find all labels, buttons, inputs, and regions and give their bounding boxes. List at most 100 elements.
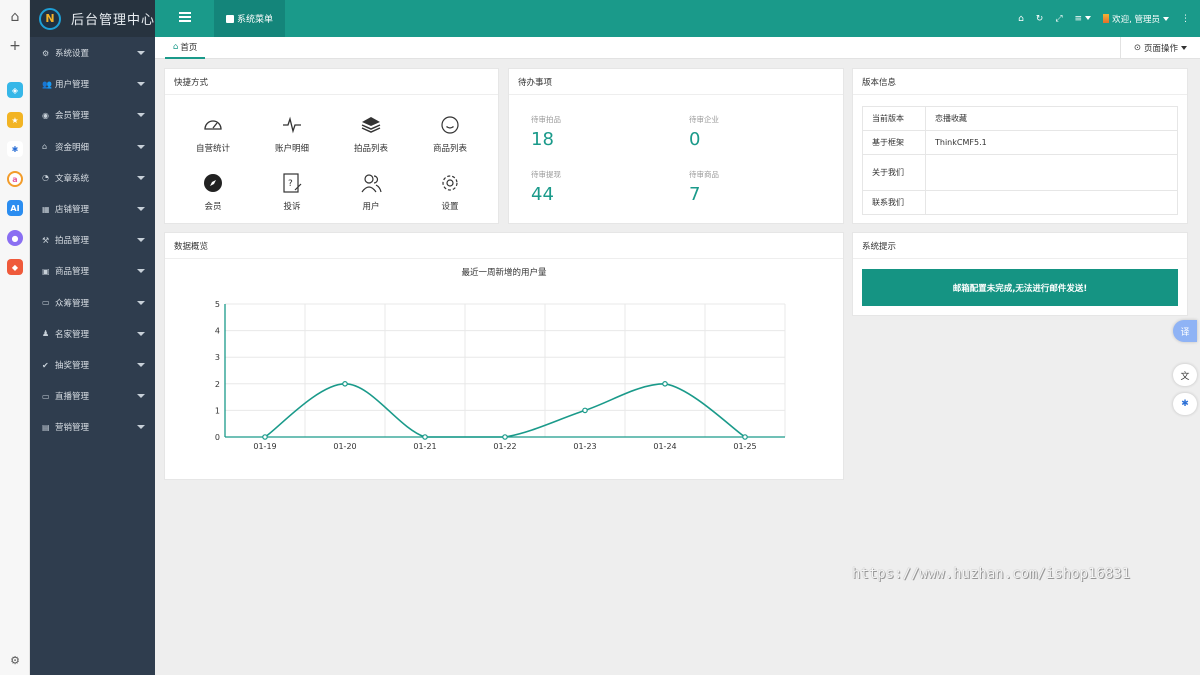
target-icon: ⊙	[1133, 43, 1142, 53]
line-chart: 0 1 2 3 4 5 01-19 01-20 01-21 01-22 01-23 01-24 01-2…	[215, 300, 786, 451]
todo-panel: 待办事项 待审拍品 18 待审企业 0 待审提现 44 待审商品 7	[508, 68, 844, 224]
version-value: 恋播收藏	[925, 106, 1178, 131]
sidebar-item-label: 名家管理	[55, 329, 90, 340]
version-row: 联系我们	[862, 190, 1178, 215]
sidebar-item[interactable]: ▣ 商品管理	[30, 261, 155, 281]
sidebar-item-label: 资金明细	[55, 142, 90, 153]
sidebar-item[interactable]: ▦ 店铺管理	[30, 199, 155, 219]
todo-item[interactable]: 待审拍品 18	[531, 114, 561, 150]
data-point	[262, 434, 268, 440]
home-icon[interactable]: ⌂	[1018, 14, 1024, 24]
todo-count: 0	[689, 129, 701, 150]
sidebar-item-label: 抽奖管理	[55, 361, 90, 371]
home-icon[interactable]: ⌂	[7, 9, 23, 25]
sidebar-item[interactable]: ◉ 会员管理	[30, 105, 155, 125]
sidebar-item-label: 系统设置	[55, 49, 90, 59]
sidebar-item[interactable]: ▤ 营销管理	[30, 417, 155, 437]
data-point	[742, 434, 748, 440]
menu-box-icon	[225, 14, 234, 23]
panel-title: 快捷方式	[165, 69, 498, 95]
tips-panel: 系统提示 邮箱配置未完成,无法进行邮件发送!	[852, 232, 1188, 316]
shortcut-label: 拍品列表	[353, 144, 388, 154]
app-ai-circle-icon[interactable]: a	[7, 171, 23, 187]
sidebar-item[interactable]: 👥 用户管理	[30, 74, 155, 94]
y-tick-label: 1	[215, 406, 220, 415]
sidebar-item[interactable]: ⌂ 资金明细	[30, 137, 155, 157]
sidebar-item[interactable]: ◔ 文章系统	[30, 168, 155, 188]
panel-title: 待办事项	[509, 69, 843, 95]
y-tick-label: 0	[215, 433, 220, 442]
fullscreen-icon[interactable]: ⤢	[1055, 14, 1062, 24]
caret-down-icon	[137, 300, 145, 305]
page-operations-label: 页面操作	[1144, 44, 1179, 54]
network-icon[interactable]: ✱	[1173, 393, 1197, 415]
data-point	[422, 434, 428, 440]
more-vertical-icon[interactable]: ⋮	[1181, 14, 1190, 24]
topbar-actions: ⌂ ↻ ⤢ ≡ 欢迎, 管理员 ⋮	[1012, 0, 1200, 37]
pie-chart-icon: ◔	[42, 173, 49, 183]
shortcut-item[interactable]: 拍品列表	[331, 114, 411, 154]
todo-count: 44	[531, 184, 554, 205]
home-icon: ⌂	[173, 42, 179, 52]
todo-label: 待审拍品	[531, 115, 561, 124]
todo-item[interactable]: 待审企业 0	[689, 114, 719, 150]
todo-item[interactable]: 待审提现 44	[531, 169, 561, 205]
refresh-icon[interactable]: ↻	[1036, 14, 1044, 24]
sidebar: N 后台管理中心 ⚙ 系统设置 👥 用户管理 ◉ 会员管理 ⌂ 资金明细 ◔ 文章系统 ▦ 店铺管理 ⚒…	[30, 0, 155, 675]
tab-system-menu[interactable]: 系统菜单	[214, 0, 285, 37]
caret-down-icon	[137, 144, 145, 149]
app-ai-icon[interactable]: AI	[7, 200, 23, 216]
app-game-icon[interactable]: ◆	[7, 259, 23, 275]
user-flag-icon	[1103, 14, 1110, 23]
shortcut-item[interactable]: 会员	[173, 172, 253, 212]
check-circle-icon: ✔	[42, 360, 49, 370]
sidebar-item[interactable]: ▭ 众筹管理	[30, 293, 155, 313]
x-tick-label: 01-23	[573, 442, 596, 451]
sidebar-item[interactable]: ♟ 名家管理	[30, 324, 155, 344]
todo-label: 待审企业	[689, 115, 719, 124]
todo-item[interactable]: 待审商品 7	[689, 169, 719, 205]
settings-gear-icon[interactable]: ⚙	[7, 652, 23, 668]
x-tick-label: 01-24	[653, 442, 676, 451]
shortcut-item[interactable]: 账户明细	[252, 114, 332, 154]
bank-icon: ⌂	[42, 142, 48, 152]
shortcut-item[interactable]: 商品列表	[410, 114, 490, 154]
translate-button[interactable]: 译	[1173, 320, 1197, 342]
todo-label: 待审提现	[531, 170, 561, 179]
app-blue-icon[interactable]: ◈	[7, 82, 23, 98]
sidebar-item[interactable]: ⚒ 拍品管理	[30, 230, 155, 250]
caret-down-icon	[137, 394, 145, 399]
sidebar-item-label: 拍品管理	[55, 236, 90, 247]
sidebar-item[interactable]: ✔ 抽奖管理	[30, 355, 155, 375]
shortcut-item[interactable]: 用户	[331, 172, 411, 212]
users-icon: 👥	[42, 79, 52, 89]
shortcut-label: 自营统计	[195, 144, 230, 154]
svg-text:?: ?	[288, 179, 293, 189]
translate-ai-icon[interactable]: 文	[1173, 364, 1197, 386]
menu-toggle-icon[interactable]	[179, 12, 191, 24]
plus-icon[interactable]: +	[7, 38, 23, 54]
welcome-text: 欢迎, 管理员	[1112, 14, 1160, 25]
monitor-icon: ▭	[42, 391, 50, 401]
brand-title: 后台管理中心	[71, 13, 156, 28]
app-star-icon[interactable]: ★	[7, 112, 23, 128]
shortcut-item[interactable]: 自营统计	[173, 114, 253, 154]
caret-down-icon	[137, 82, 145, 87]
y-tick-label: 3	[215, 353, 220, 362]
caret-down-icon	[137, 269, 145, 274]
app-network-icon[interactable]: ✱	[7, 141, 23, 157]
sidebar-item[interactable]: ▭ 直播管理	[30, 386, 155, 406]
version-key: 关于我们	[862, 154, 926, 191]
shortcut-item[interactable]: 设置	[410, 172, 490, 212]
app-bot-icon[interactable]: ●	[7, 230, 23, 246]
todo-count: 7	[689, 184, 701, 205]
shortcut-item[interactable]: ? 投诉	[252, 172, 332, 212]
version-row: 基于框架 ThinkCMF5.1	[862, 130, 1178, 155]
version-panel: 版本信息 当前版本 恋播收藏 基于框架 ThinkCMF5.1 关于我们 联系我们	[852, 68, 1188, 224]
list-menu-icon[interactable]: ≡	[1075, 14, 1092, 24]
tab-home[interactable]: ⌂ 首页	[165, 37, 206, 59]
user-menu[interactable]: 欢迎, 管理员	[1103, 13, 1169, 25]
caret-down-icon	[137, 425, 145, 430]
page-operations-button[interactable]: ⊙ 页面操作	[1120, 37, 1200, 59]
sidebar-item[interactable]: ⚙ 系统设置	[30, 43, 155, 63]
